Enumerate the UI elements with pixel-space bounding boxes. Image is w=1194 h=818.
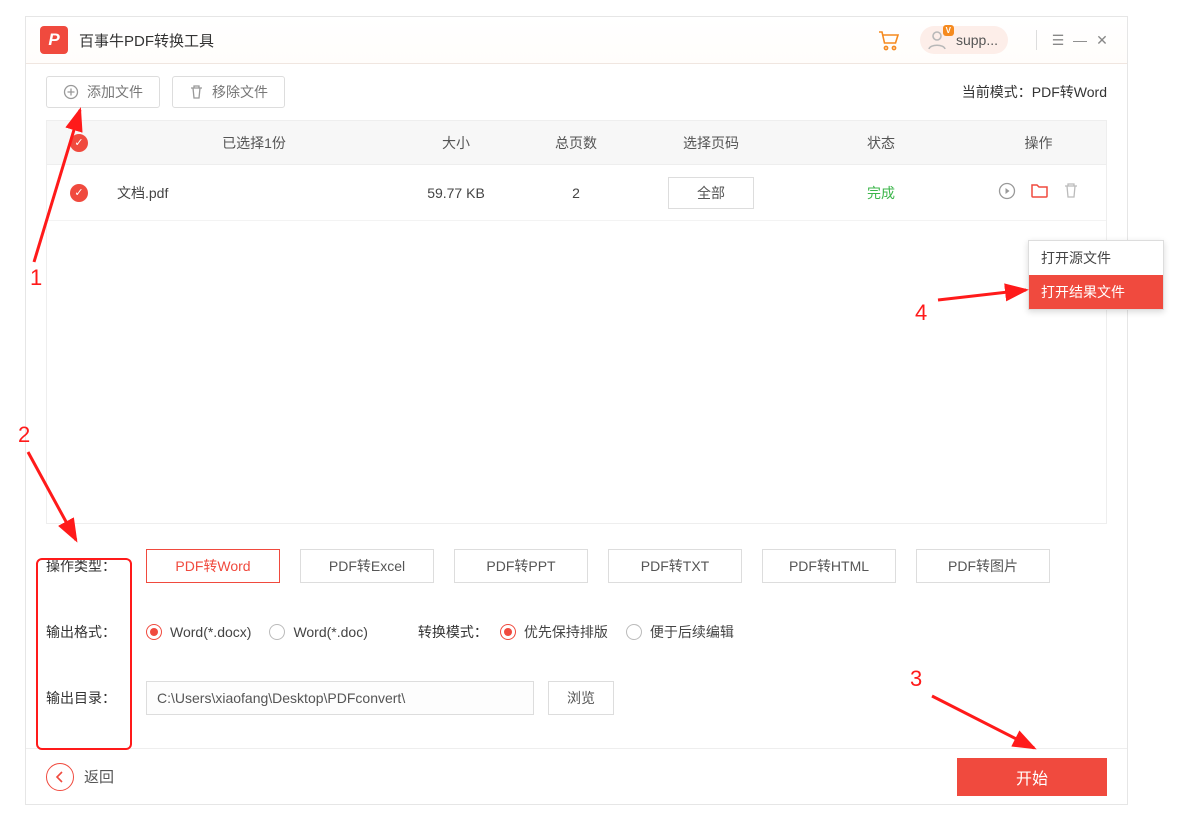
col-pages: 总页数 xyxy=(521,133,631,153)
col-ops: 操作 xyxy=(971,133,1106,153)
mode-keep-layout[interactable]: 优先保持排版 xyxy=(500,622,608,642)
arrow-3-icon xyxy=(926,690,1046,760)
radio-icon xyxy=(269,624,285,640)
dir-label: 输出目录： xyxy=(46,688,146,708)
app-title: 百事牛PDF转换工具 xyxy=(79,30,214,51)
annotation-1: 1 xyxy=(30,265,42,291)
format-docx[interactable]: Word(*.docx) xyxy=(146,624,251,640)
cart-icon[interactable] xyxy=(876,28,902,52)
file-size: 59.77 KB xyxy=(391,185,521,201)
type-pdf-excel[interactable]: PDF转Excel xyxy=(300,549,434,583)
add-file-label: 添加文件 xyxy=(87,82,143,102)
type-pdf-word[interactable]: PDF转Word xyxy=(146,549,280,583)
output-dir-input[interactable] xyxy=(146,681,534,715)
file-pages: 2 xyxy=(521,185,631,201)
menu-icon[interactable]: ☰ xyxy=(1047,32,1069,49)
back-button[interactable]: 返回 xyxy=(46,763,114,791)
menu-open-result[interactable]: 打开结果文件 xyxy=(1029,275,1163,309)
play-icon[interactable] xyxy=(998,182,1016,203)
type-pdf-html[interactable]: PDF转HTML xyxy=(762,549,896,583)
app-logo: P xyxy=(40,26,68,54)
mode-easy-edit[interactable]: 便于后续编辑 xyxy=(626,622,734,642)
user-name: supp... xyxy=(956,32,998,48)
vip-badge: V xyxy=(943,25,954,36)
col-selected: 已选择1份 xyxy=(111,133,391,153)
remove-file-label: 移除文件 xyxy=(212,82,268,102)
back-arrow-icon xyxy=(46,763,74,791)
radio-icon xyxy=(146,624,162,640)
delete-icon[interactable] xyxy=(1063,182,1079,203)
browse-button[interactable]: 浏览 xyxy=(548,681,614,715)
minimize-icon[interactable]: — xyxy=(1069,32,1091,48)
col-range: 选择页码 xyxy=(631,133,791,153)
open-folder-icon[interactable] xyxy=(1030,182,1049,203)
table-header: ✓ 已选择1份 大小 总页数 选择页码 状态 操作 xyxy=(47,121,1106,165)
type-pdf-txt[interactable]: PDF转TXT xyxy=(608,549,742,583)
annotation-4: 4 xyxy=(915,300,927,326)
radio-icon xyxy=(500,624,516,640)
annotation-3: 3 xyxy=(910,666,922,692)
file-table: ✓ 已选择1份 大小 总页数 选择页码 状态 操作 ✓ 文档.pdf 59.77… xyxy=(46,120,1107,524)
type-pdf-ppt[interactable]: PDF转PPT xyxy=(454,549,588,583)
col-size: 大小 xyxy=(391,133,521,153)
user-menu[interactable]: V supp... xyxy=(920,26,1008,54)
col-status: 状态 xyxy=(791,133,971,153)
annotation-2: 2 xyxy=(18,422,30,448)
remove-file-button[interactable]: 移除文件 xyxy=(172,76,285,108)
arrow-2-icon xyxy=(22,446,86,550)
context-menu: 打开源文件 打开结果文件 xyxy=(1028,240,1164,310)
start-button[interactable]: 开始 xyxy=(957,758,1107,796)
type-label: 操作类型： xyxy=(46,556,146,576)
radio-icon xyxy=(626,624,642,640)
mode-label: 转换模式： xyxy=(418,622,488,642)
title-bar: P 百事牛PDF转换工具 V supp... ☰ — ✕ xyxy=(26,17,1127,64)
toolbar: 添加文件 移除文件 当前模式：PDF转Word xyxy=(26,64,1127,120)
current-mode: 当前模式：PDF转Word xyxy=(962,82,1107,102)
type-pdf-image[interactable]: PDF转图片 xyxy=(916,549,1050,583)
close-icon[interactable]: ✕ xyxy=(1091,32,1113,49)
app-window: P 百事牛PDF转换工具 V supp... ☰ — ✕ 添加文件 xyxy=(25,16,1128,805)
format-label: 输出格式： xyxy=(46,622,146,642)
back-label: 返回 xyxy=(84,766,114,787)
avatar-icon: V xyxy=(926,29,948,51)
arrow-4-icon xyxy=(934,282,1034,306)
status-badge: 完成 xyxy=(867,185,895,201)
arrow-1-icon xyxy=(8,102,92,266)
menu-open-source[interactable]: 打开源文件 xyxy=(1029,241,1163,275)
file-name: 文档.pdf xyxy=(111,183,391,203)
page-range-button[interactable]: 全部 xyxy=(668,177,754,209)
table-row: ✓ 文档.pdf 59.77 KB 2 全部 完成 xyxy=(47,165,1106,221)
format-doc[interactable]: Word(*.doc) xyxy=(269,624,367,640)
